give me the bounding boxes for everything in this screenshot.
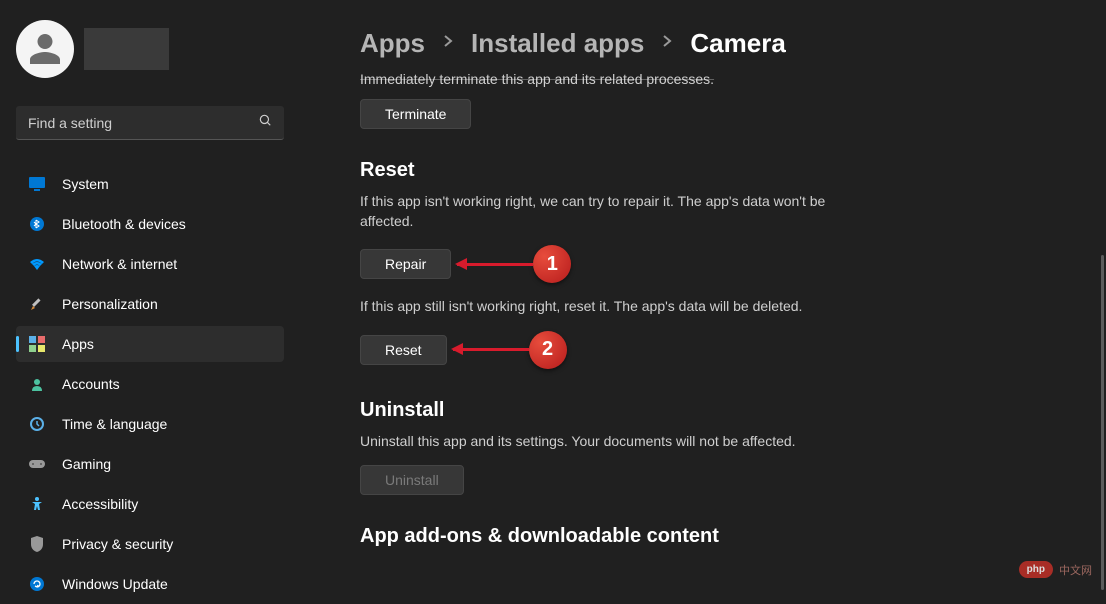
- user-name-redacted: [84, 28, 169, 70]
- breadcrumb-apps[interactable]: Apps: [360, 28, 425, 59]
- sidebar-item-label: Apps: [62, 336, 94, 352]
- sidebar-item-privacy[interactable]: Privacy & security: [16, 526, 284, 562]
- arrow-icon: [457, 263, 533, 266]
- brush-icon: [28, 295, 46, 313]
- badge-2: 2: [529, 331, 567, 369]
- uninstall-button[interactable]: Uninstall: [360, 465, 464, 495]
- breadcrumb-installed[interactable]: Installed apps: [471, 28, 644, 59]
- terminate-button[interactable]: Terminate: [360, 99, 471, 129]
- sidebar-item-network[interactable]: Network & internet: [16, 246, 284, 282]
- user-section: [16, 20, 284, 78]
- uninstall-section: Uninstall Uninstall this app and its set…: [360, 399, 1066, 496]
- sidebar-item-label: Personalization: [62, 296, 158, 312]
- accounts-icon: [28, 375, 46, 393]
- system-icon: [28, 175, 46, 193]
- addons-title: App add-ons & downloadable content: [360, 525, 1066, 548]
- sidebar-item-accounts[interactable]: Accounts: [16, 366, 284, 402]
- search-input[interactable]: [28, 115, 258, 131]
- accessibility-icon: [28, 495, 46, 513]
- apps-icon: [28, 335, 46, 353]
- breadcrumb: Apps Installed apps Camera: [360, 28, 1066, 59]
- chevron-right-icon: [662, 34, 672, 53]
- clock-icon: [28, 415, 46, 433]
- person-icon: [27, 31, 63, 67]
- search-icon: [258, 113, 272, 132]
- avatar[interactable]: [16, 20, 74, 78]
- sidebar-item-label: Accounts: [62, 376, 120, 392]
- addons-section: App add-ons & downloadable content: [360, 525, 1066, 548]
- sidebar-item-label: Accessibility: [62, 496, 138, 512]
- sidebar-item-label: Bluetooth & devices: [62, 216, 186, 232]
- sidebar-item-gaming[interactable]: Gaming: [16, 446, 284, 482]
- reset-title: Reset: [360, 159, 1066, 182]
- uninstall-desc: Uninstall this app and its settings. You…: [360, 432, 920, 452]
- repair-button[interactable]: Repair: [360, 249, 451, 279]
- sidebar-item-label: Privacy & security: [62, 536, 173, 552]
- terminate-section: Immediately terminate this app and its r…: [360, 71, 1066, 129]
- sidebar-item-personalization[interactable]: Personalization: [16, 286, 284, 322]
- watermark-pill: php: [1019, 561, 1053, 578]
- sidebar: System Bluetooth & devices Network & int…: [0, 0, 300, 604]
- annotation-1: 1: [457, 245, 571, 283]
- main-content: Apps Installed apps Camera Immediately t…: [300, 0, 1106, 604]
- watermark-text: 中文网: [1059, 562, 1092, 578]
- sidebar-item-time[interactable]: Time & language: [16, 406, 284, 442]
- sidebar-item-apps[interactable]: Apps: [16, 326, 284, 362]
- chevron-right-icon: [443, 34, 453, 53]
- arrow-icon: [453, 348, 529, 351]
- bluetooth-icon: [28, 215, 46, 233]
- sidebar-item-system[interactable]: System: [16, 166, 284, 202]
- gaming-icon: [28, 455, 46, 473]
- watermark: php 中文网: [1019, 561, 1092, 578]
- shield-icon: [28, 535, 46, 553]
- update-icon: [28, 575, 46, 593]
- sidebar-item-accessibility[interactable]: Accessibility: [16, 486, 284, 522]
- annotation-2: 2: [453, 331, 567, 369]
- reset-desc1: If this app isn't working right, we can …: [360, 192, 840, 231]
- nav-list: System Bluetooth & devices Network & int…: [16, 166, 284, 602]
- badge-1: 1: [533, 245, 571, 283]
- reset-button[interactable]: Reset: [360, 335, 447, 365]
- sidebar-item-label: Network & internet: [62, 256, 177, 272]
- sidebar-item-label: Windows Update: [62, 576, 168, 592]
- reset-desc2: If this app still isn't working right, r…: [360, 297, 920, 317]
- sidebar-item-update[interactable]: Windows Update: [16, 566, 284, 602]
- reset-section: Reset If this app isn't working right, w…: [360, 159, 1066, 369]
- wifi-icon: [28, 255, 46, 273]
- sidebar-item-label: Time & language: [62, 416, 167, 432]
- terminate-desc: Immediately terminate this app and its r…: [360, 71, 1066, 87]
- sidebar-item-bluetooth[interactable]: Bluetooth & devices: [16, 206, 284, 242]
- uninstall-title: Uninstall: [360, 399, 1066, 422]
- breadcrumb-current: Camera: [690, 28, 785, 59]
- sidebar-item-label: System: [62, 176, 109, 192]
- sidebar-item-label: Gaming: [62, 456, 111, 472]
- scrollbar[interactable]: [1101, 255, 1104, 590]
- search-box[interactable]: [16, 106, 284, 140]
